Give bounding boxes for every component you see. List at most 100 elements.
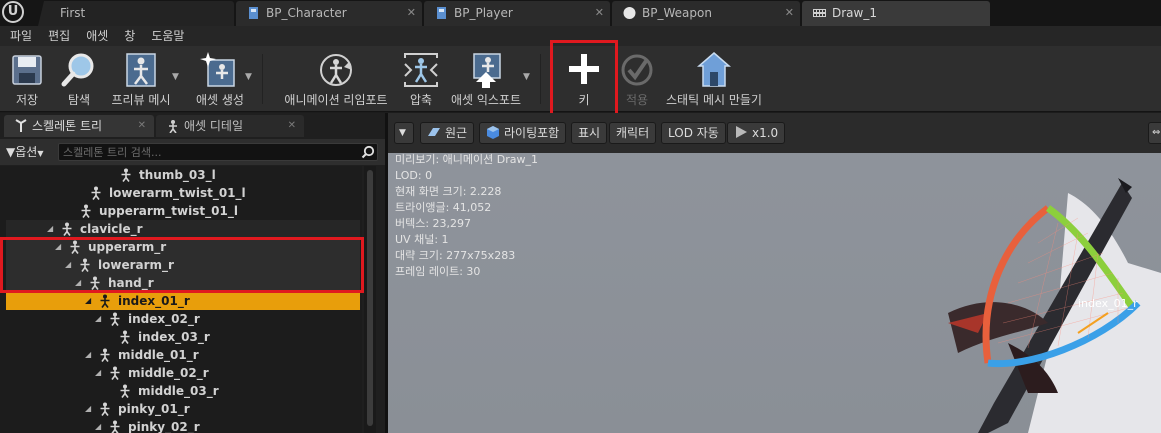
expand-arrow-icon[interactable]: ◢ — [85, 292, 91, 310]
tree-scrollbar[interactable] — [364, 166, 376, 433]
bone-row[interactable]: ◢ index_02_r — [6, 310, 360, 328]
close-icon[interactable]: ✕ — [407, 1, 416, 25]
expand-arrow-icon[interactable]: ◢ — [85, 400, 91, 418]
bone-name: thumb_03_l — [139, 168, 216, 182]
preview-mesh-dropdown-icon[interactable]: ▼ — [172, 72, 179, 82]
tab-label: Draw_1 — [832, 6, 877, 20]
bones-highlight — [0, 237, 364, 293]
static-mesh-icon — [696, 52, 732, 87]
unreal-logo-icon[interactable]: U — [2, 1, 24, 23]
bone-name: middle_02_r — [128, 366, 209, 380]
tab-bp-character[interactable]: BP_Character ✕ — [236, 1, 422, 26]
export-asset-dropdown-icon[interactable]: ▼ — [523, 72, 530, 82]
bone-name: middle_01_r — [118, 348, 199, 362]
search-input[interactable] — [59, 144, 349, 160]
stat-vertices: 버텍스: 23,297 — [395, 217, 472, 230]
tab-asset-details[interactable]: 애셋 디테일 ✕ — [156, 115, 304, 137]
tab-first[interactable]: First — [38, 1, 234, 26]
compress-button[interactable]: 압축 — [398, 48, 444, 110]
bone-icon — [62, 222, 72, 236]
bone-name: upperarm_twist_01_l — [99, 204, 238, 218]
close-icon[interactable]: ✕ — [785, 1, 794, 25]
search-icon[interactable] — [361, 145, 375, 159]
stat-preview: 미리보기: 애니메이션 Draw_1 — [395, 153, 539, 166]
bone-row[interactable]: ◢ clavicle_r — [6, 220, 360, 238]
stat-approx-size: 대략 크기: 277x75x283 — [395, 249, 516, 262]
viewport-options-button[interactable]: ▼ — [394, 122, 414, 144]
bone-icon — [120, 384, 130, 398]
lod-auto-button[interactable]: LOD 자동 — [661, 122, 726, 144]
bone-row[interactable]: ◢ middle_01_r — [6, 346, 360, 364]
menu-asset[interactable]: 애셋 — [76, 26, 114, 46]
magnifier-icon — [61, 53, 94, 87]
reimport-icon — [320, 54, 352, 86]
tab-label: BP_Player — [454, 6, 513, 20]
menu-file[interactable]: 파일 — [0, 26, 38, 46]
bone-name: lowerarm_twist_01_l — [109, 186, 246, 200]
expand-arrow-icon[interactable]: ◢ — [95, 310, 101, 328]
bone-row[interactable]: thumb_03_l — [6, 166, 360, 184]
bone-icon — [110, 366, 120, 380]
maximize-viewport-button[interactable]: ⇔ — [1148, 122, 1161, 144]
close-icon[interactable]: ✕ — [138, 115, 146, 137]
save-icon — [12, 55, 42, 85]
close-icon[interactable]: ✕ — [595, 1, 604, 25]
expand-arrow-icon[interactable]: ◢ — [95, 418, 101, 433]
tab-bp-player[interactable]: BP_Player ✕ — [424, 1, 610, 26]
playback-speed-button[interactable]: x1.0 — [727, 122, 786, 144]
bone-row[interactable]: ◢ pinky_02_r — [6, 418, 360, 433]
bone-name: index_01_r — [118, 294, 190, 308]
apply-button[interactable]: 적용 — [614, 48, 660, 110]
bone-row[interactable]: ◢ middle_02_r — [6, 364, 360, 382]
preview-mesh-icon — [126, 53, 156, 87]
reimport-animation-button[interactable]: 애니메이션 리임포트 — [280, 48, 392, 110]
bone-tree: thumb_03_l lowerarm_twist_01_l upperarm_tw… — [0, 166, 362, 433]
bone-name: index_02_r — [128, 312, 200, 326]
expand-arrow-icon[interactable]: ◢ — [95, 364, 101, 382]
bone-row[interactable]: upperarm_twist_01_l — [6, 202, 360, 220]
close-icon[interactable]: ✕ — [288, 115, 296, 137]
expand-arrow-icon[interactable]: ◢ — [47, 220, 53, 238]
bone-row[interactable]: index_03_r — [6, 328, 360, 346]
stat-uv-channels: UV 채널: 1 — [395, 233, 449, 246]
bone-icon — [81, 204, 91, 218]
preview-viewport[interactable]: ▼ 원근 라이팅포함 표시 캐릭터 LOD 자동 x1.0 ⇔ 미리보기: 애니… — [388, 113, 1161, 433]
document-tab-bar: U First BP_Character ✕ BP_Player ✕ BP_We… — [0, 0, 1161, 26]
bone-icon — [100, 348, 110, 362]
menu-help[interactable]: 도움말 — [141, 26, 190, 46]
bone-name: pinky_01_r — [118, 402, 190, 416]
options-dropdown[interactable]: ▼옵션▼ — [6, 143, 43, 160]
show-button[interactable]: 표시 — [571, 122, 608, 144]
save-button[interactable]: 저장 — [4, 48, 50, 110]
sphere-icon — [623, 7, 636, 19]
filter-bar: ▼옵션▼ — [0, 139, 385, 165]
create-asset-dropdown-icon[interactable]: ▼ — [245, 72, 252, 82]
lighting-mode-button[interactable]: 라이팅포함 — [479, 122, 567, 144]
menu-window[interactable]: 창 — [114, 26, 141, 46]
tab-bp-weapon[interactable]: BP_Weapon ✕ — [612, 1, 800, 26]
tab-draw-1[interactable]: Draw_1 — [802, 1, 990, 26]
browse-button[interactable]: 탐색 — [56, 48, 102, 110]
bone-name: index_03_r — [138, 330, 210, 344]
expand-arrow-icon[interactable]: ◢ — [85, 346, 91, 364]
bone-row[interactable]: ◢ index_01_r — [6, 292, 360, 310]
tab-skeleton-tree[interactable]: 스켈레톤 트리 ✕ — [4, 115, 154, 137]
export-asset-button[interactable]: 애셋 익스포트 — [450, 48, 522, 110]
tab-label: BP_Character — [266, 6, 347, 20]
perspective-button[interactable]: 원근 — [420, 122, 475, 144]
bone-row[interactable]: middle_03_r — [6, 382, 360, 400]
lit-cube-icon — [487, 126, 499, 139]
scrollbar-thumb[interactable] — [367, 170, 373, 426]
bone-row[interactable]: lowerarm_twist_01_l — [6, 184, 360, 202]
create-asset-button[interactable]: 애셋 생성 — [190, 48, 250, 110]
export-asset-icon — [473, 53, 501, 88]
preview-mesh-button[interactable]: 프리뷰 메시 — [108, 48, 174, 110]
character-button[interactable]: 캐릭터 — [609, 122, 657, 144]
bone-icon — [120, 330, 130, 344]
selected-bone-label: index_01_r — [1078, 297, 1138, 310]
menu-edit[interactable]: 편집 — [38, 26, 76, 46]
blueprint-icon — [249, 7, 258, 19]
make-static-mesh-button[interactable]: 스태틱 메시 만들기 — [664, 48, 764, 110]
bone-row[interactable]: ◢ pinky_01_r — [6, 400, 360, 418]
toolbar-separator — [262, 54, 263, 104]
